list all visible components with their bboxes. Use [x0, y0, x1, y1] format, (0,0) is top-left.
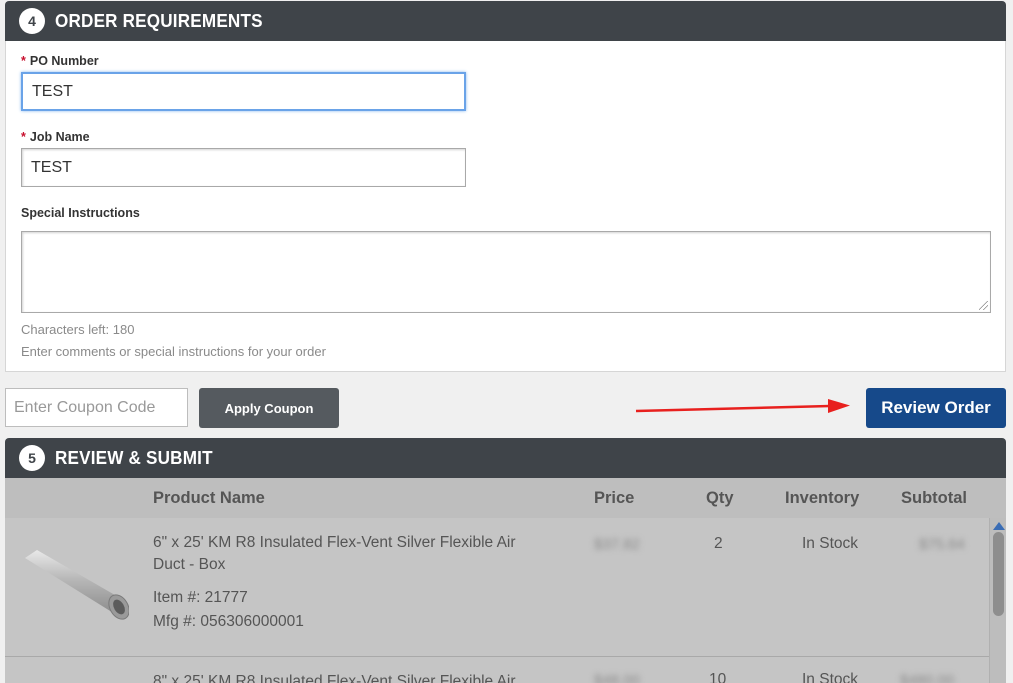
column-header-product-name: Product Name: [153, 489, 265, 507]
row-divider: [5, 656, 989, 657]
product-name-link[interactable]: 8" x 25' KM R8 Insulated Flex-Vent Silve…: [153, 671, 533, 683]
order-requirements-panel: *PO Number *Job Name Special Instruction…: [5, 41, 1006, 372]
item-subtotal: $480.00: [900, 672, 955, 683]
po-number-label: * PO Number: [21, 54, 99, 68]
characters-left: Characters left: 180: [21, 322, 135, 337]
item-price: $48.00: [594, 672, 640, 683]
job-name-field[interactable]: [21, 148, 466, 187]
job-name-label-text: Job Name: [29, 130, 90, 144]
item-qty: 10: [709, 671, 727, 683]
job-name-label: * Job Name: [21, 130, 90, 144]
item-number: Item #: 21777: [153, 589, 248, 606]
section-title: REVIEW & SUBMIT: [55, 447, 213, 468]
order-requirements-header: 4 ORDER REQUIREMENTS: [5, 1, 1006, 41]
item-price: $37.82: [594, 536, 640, 553]
review-submit-header: 5 REVIEW & SUBMIT: [5, 438, 1006, 478]
review-scrollbar[interactable]: [989, 518, 1006, 683]
section-title: ORDER REQUIREMENTS: [55, 10, 263, 31]
scroll-up-icon[interactable]: [993, 522, 1005, 530]
column-header-inventory: Inventory: [785, 489, 860, 507]
special-instructions-label: Special Instructions: [21, 206, 140, 220]
column-header-price: Price: [594, 489, 635, 507]
review-order-button[interactable]: Review Order: [866, 388, 1006, 428]
item-qty: 2: [714, 535, 723, 552]
step-number-badge: 5: [19, 445, 45, 471]
scroll-thumb[interactable]: [993, 532, 1004, 616]
apply-coupon-button[interactable]: Apply Coupon: [199, 388, 339, 428]
item-inventory: In Stock: [802, 671, 858, 683]
po-number-field[interactable]: [21, 72, 466, 111]
item-inventory: In Stock: [802, 535, 858, 552]
column-header-qty: Qty: [706, 489, 734, 507]
coupon-code-input[interactable]: [5, 388, 188, 427]
item-subtotal: $75.64: [919, 536, 965, 553]
special-instructions-field[interactable]: [21, 231, 991, 313]
review-table: Product Name Price Qty Inventory Subtota…: [5, 478, 1006, 683]
red-arrow-annotation-icon: [635, 399, 850, 413]
resize-grip-icon[interactable]: [979, 301, 988, 310]
review-items-list: 6" x 25' KM R8 Insulated Flex-Vent Silve…: [5, 518, 1006, 683]
instructions-help-text: Enter comments or special instructions f…: [21, 344, 326, 359]
step-number-badge: 4: [19, 8, 45, 34]
duct-product-image[interactable]: [23, 544, 129, 622]
mfg-number: Mfg #: 056306000001: [153, 613, 304, 630]
required-marker: *: [21, 130, 26, 144]
required-marker: *: [21, 54, 26, 68]
po-number-label-text: PO Number: [29, 54, 99, 68]
column-header-subtotal: Subtotal: [901, 489, 967, 507]
product-name-link[interactable]: 6" x 25' KM R8 Insulated Flex-Vent Silve…: [153, 532, 533, 576]
